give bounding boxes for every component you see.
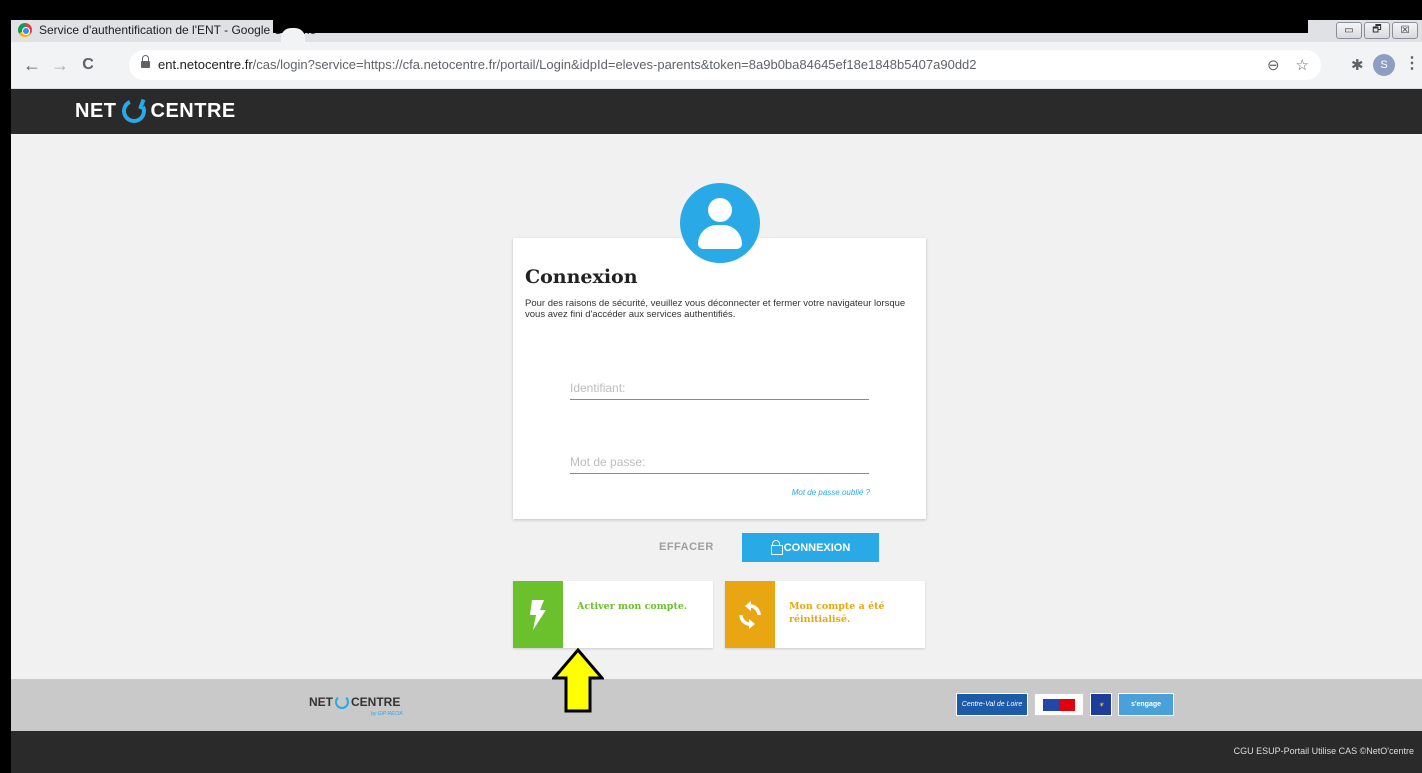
republic-logo[interactable]	[1034, 693, 1084, 716]
footer-logo[interactable]: NET CENTRE	[309, 695, 400, 709]
forgot-password-link[interactable]: Mot de passe oublié ?	[792, 488, 870, 497]
profile-avatar[interactable]: S	[1373, 54, 1395, 76]
logo-ring-icon	[118, 95, 149, 127]
tab-strip	[273, 20, 1308, 33]
footer: NET CENTRE by GIP RECIA Centre-Val de Lo…	[11, 679, 1422, 731]
back-arrow-icon[interactable]: ←	[21, 55, 43, 76]
account-reset-label: Mon compte a été réinitialisé.	[789, 601, 885, 625]
page: NET CENTRE Connexion Pour des raisons de…	[11, 89, 1422, 773]
security-notice: Pour des raisons de sécurité, veuillez v…	[525, 298, 906, 320]
clear-button[interactable]: EFFACER	[659, 541, 714, 553]
engage-logo[interactable]: s'engage	[1118, 693, 1174, 716]
site-header: NET CENTRE	[11, 89, 1422, 134]
footer-ring-icon	[335, 695, 349, 709]
login-title: Connexion	[525, 266, 638, 288]
extensions-icon[interactable]: ✱	[1351, 56, 1364, 74]
europe-flag-icon[interactable]: ✶	[1090, 693, 1112, 716]
url-host: ent.netocentre.fr	[158, 57, 253, 72]
password-field[interactable]	[570, 450, 869, 474]
url-path: /cas/login?service=https://cfa.netocentr…	[252, 57, 977, 72]
login-button-label: CONNEXION	[783, 541, 851, 554]
browser-toolbar: ← → C ent.netocentre.fr/cas/login?servic…	[11, 42, 1422, 89]
login-button[interactable]: CONNEXION	[742, 533, 879, 562]
activate-account-tile[interactable]: Activer mon compte.	[513, 581, 713, 648]
login-card: Connexion Pour des raisons de sécurité, …	[513, 238, 926, 519]
username-input[interactable]	[570, 376, 869, 399]
bottom-bar: CGU ESUP-Portail Utilise CAS ©NetO'centr…	[11, 731, 1422, 773]
forward-arrow-icon[interactable]: →	[49, 55, 71, 76]
bookmark-star-icon[interactable]: ☆	[1296, 56, 1309, 74]
footer-logo-right: CENTRE	[351, 695, 401, 709]
minimize-button[interactable]: ▭	[1336, 22, 1362, 39]
reload-icon[interactable]: C	[77, 56, 99, 74]
username-field[interactable]	[570, 376, 869, 400]
account-reset-tile[interactable]: Mon compte a été réinitialisé.	[725, 581, 925, 648]
tab[interactable]	[281, 28, 305, 42]
up-arrow-annotation-icon	[552, 648, 604, 713]
password-input[interactable]	[570, 450, 869, 473]
zoom-icon[interactable]: ⊖	[1267, 56, 1280, 74]
menu-icon[interactable]: ⋮	[1404, 53, 1420, 73]
close-button[interactable]: ☒	[1392, 22, 1418, 39]
window-titlebar: Service d'authentification de l'ENT - Go…	[11, 20, 1422, 42]
netocentre-logo[interactable]: NET CENTRE	[75, 95, 236, 127]
bolt-icon	[513, 581, 563, 648]
user-icon	[680, 183, 760, 263]
logo-text-right: CENTRE	[150, 99, 236, 122]
region-logo[interactable]: Centre-Val de Loire	[956, 693, 1028, 716]
user-head	[708, 198, 732, 222]
partner-logos: Centre-Val de Loire ✶ s'engage	[956, 693, 1174, 716]
window-controls: ▭ 🗗 ☒	[1336, 22, 1418, 39]
user-body	[698, 225, 742, 249]
activate-account-label: Activer mon compte.	[577, 601, 688, 612]
chrome-icon	[18, 23, 32, 37]
credits-text: CGU ESUP-Portail Utilise CAS ©NetO'centr…	[1233, 746, 1414, 756]
restore-button[interactable]: 🗗	[1364, 22, 1390, 39]
padlock-icon	[770, 539, 783, 555]
footer-logo-by: by GIP RECIA	[371, 711, 403, 717]
logo-text-left: NET	[75, 99, 117, 122]
screen: Service d'authentification de l'ENT - Go…	[0, 0, 1422, 773]
address-bar[interactable]: ent.netocentre.fr/cas/login?service=http…	[129, 50, 1321, 80]
refresh-icon	[725, 581, 775, 648]
url-text[interactable]: ent.netocentre.fr/cas/login?service=http…	[158, 57, 977, 72]
footer-logo-left: NET	[309, 695, 333, 709]
lock-icon[interactable]	[141, 55, 150, 70]
